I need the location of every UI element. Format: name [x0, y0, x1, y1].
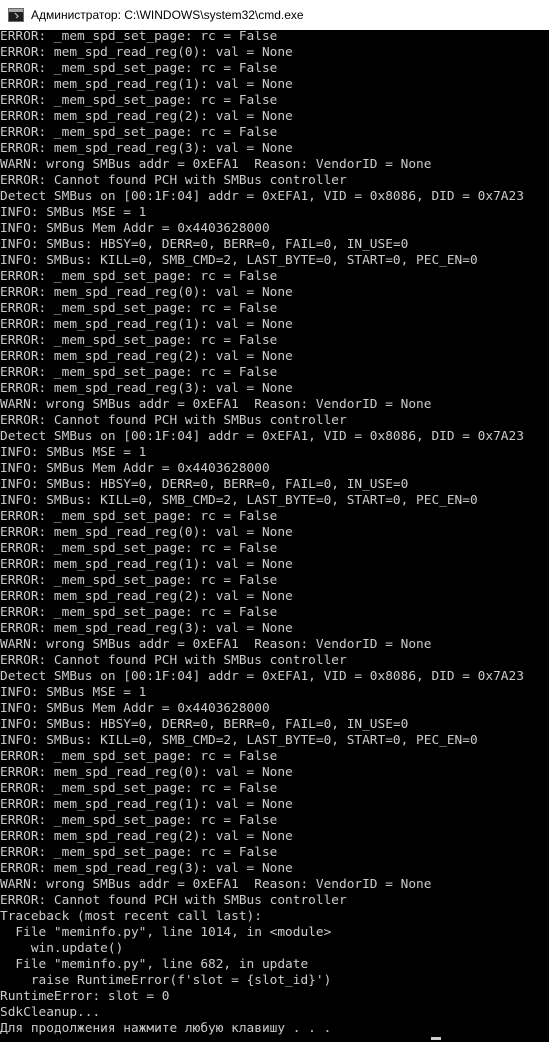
- console-line: ERROR: mem_spd_read_reg(2): val = None: [0, 109, 293, 124]
- console-line: WARN: wrong SMBus addr = 0xEFA1 Reason: …: [0, 877, 432, 892]
- console-line: ERROR: _mem_spd_set_page: rc = False: [0, 93, 278, 108]
- console-line: WARN: wrong SMBus addr = 0xEFA1 Reason: …: [0, 637, 432, 652]
- console-line: INFO: SMBus: KILL=0, SMB_CMD=2, LAST_BYT…: [0, 493, 478, 508]
- console-line: ERROR: mem_spd_read_reg(3): val = None: [0, 621, 293, 636]
- console-line: ERROR: _mem_spd_set_page: rc = False: [0, 125, 278, 140]
- console-line: ERROR: mem_spd_read_reg(1): val = None: [0, 797, 293, 812]
- console-line: ERROR: mem_spd_read_reg(3): val = None: [0, 141, 293, 156]
- console-line: ERROR: Cannot found PCH with SMBus contr…: [0, 653, 347, 668]
- console-line: INFO: SMBus MSE = 1: [0, 445, 147, 460]
- console-line: WARN: wrong SMBus addr = 0xEFA1 Reason: …: [0, 157, 432, 172]
- console-line: WARN: wrong SMBus addr = 0xEFA1 Reason: …: [0, 397, 432, 412]
- console-line: Traceback (most recent call last):: [0, 909, 262, 924]
- console-line: INFO: SMBus MSE = 1: [0, 205, 147, 220]
- console-line: ERROR: _mem_spd_set_page: rc = False: [0, 365, 278, 380]
- console-line: win.update(): [0, 941, 124, 956]
- console-line: ERROR: _mem_spd_set_page: rc = False: [0, 813, 278, 828]
- console-line: ERROR: mem_spd_read_reg(1): val = None: [0, 77, 293, 92]
- console-line: ERROR: _mem_spd_set_page: rc = False: [0, 781, 278, 796]
- console-line: ERROR: _mem_spd_set_page: rc = False: [0, 573, 278, 588]
- console-line: ERROR: mem_spd_read_reg(0): val = None: [0, 285, 293, 300]
- console-line: ERROR: mem_spd_read_reg(0): val = None: [0, 765, 293, 780]
- window-title: Администратор: C:\WINDOWS\system32\cmd.e…: [31, 8, 304, 22]
- console-line: ERROR: _mem_spd_set_page: rc = False: [0, 845, 278, 860]
- console-line: ERROR: _mem_spd_set_page: rc = False: [0, 749, 278, 764]
- console-line: raise RuntimeError(f'slot = {slot_id}'): [0, 973, 332, 988]
- console-line: ERROR: _mem_spd_set_page: rc = False: [0, 333, 278, 348]
- console-line: INFO: SMBus: HBSY=0, DERR=0, BERR=0, FAI…: [0, 477, 409, 492]
- text-cursor: [431, 1037, 441, 1040]
- cmd-window: Администратор: C:\WINDOWS\system32\cmd.e…: [0, 0, 549, 1042]
- console-output[interactable]: ERROR: _mem_spd_set_page: rc = False ERRO…: [0, 31, 549, 1042]
- console-line: RuntimeError: slot = 0: [0, 989, 170, 1004]
- console-line: INFO: SMBus: HBSY=0, DERR=0, BERR=0, FAI…: [0, 237, 409, 252]
- console-line: ERROR: mem_spd_read_reg(3): val = None: [0, 861, 293, 876]
- console-line: ERROR: Cannot found PCH with SMBus contr…: [0, 413, 347, 428]
- console-line: File "meminfo.py", line 682, in update: [0, 957, 309, 972]
- cmd-console-icon[interactable]: [8, 8, 24, 22]
- console-line: ERROR: _mem_spd_set_page: rc = False: [0, 509, 278, 524]
- console-line: ERROR: mem_spd_read_reg(2): val = None: [0, 349, 293, 364]
- console-line: Detect SMBus on [00:1F:04] addr = 0xEFA1…: [0, 189, 524, 204]
- console-line: ERROR: _mem_spd_set_page: rc = False: [0, 605, 278, 620]
- console-line: ERROR: _mem_spd_set_page: rc = False: [0, 269, 278, 284]
- console-line: ERROR: _mem_spd_set_page: rc = False: [0, 541, 278, 556]
- console-line: INFO: SMBus MSE = 1: [0, 685, 147, 700]
- console-line: ERROR: _mem_spd_set_page: rc = False: [0, 61, 278, 76]
- console-line: ERROR: _mem_spd_set_page: rc = False: [0, 301, 278, 316]
- console-line: INFO: SMBus: KILL=0, SMB_CMD=2, LAST_BYT…: [0, 253, 478, 268]
- console-line: ERROR: mem_spd_read_reg(1): val = None: [0, 557, 293, 572]
- console-line: File "meminfo.py", line 1014, in <module…: [0, 925, 332, 940]
- console-line: INFO: SMBus Mem Addr = 0x4403628000: [0, 461, 270, 476]
- console-line: ERROR: mem_spd_read_reg(0): val = None: [0, 525, 293, 540]
- console-line: ERROR: _mem_spd_set_page: rc = False: [0, 31, 278, 44]
- console-line: Detect SMBus on [00:1F:04] addr = 0xEFA1…: [0, 429, 524, 444]
- console-line: ERROR: mem_spd_read_reg(3): val = None: [0, 381, 293, 396]
- console-line: INFO: SMBus Mem Addr = 0x4403628000: [0, 701, 270, 716]
- console-line: INFO: SMBus Mem Addr = 0x4403628000: [0, 221, 270, 236]
- console-line: ERROR: mem_spd_read_reg(0): val = None: [0, 45, 293, 60]
- console-line: ERROR: mem_spd_read_reg(1): val = None: [0, 317, 293, 332]
- console-line: INFO: SMBus: HBSY=0, DERR=0, BERR=0, FAI…: [0, 717, 409, 732]
- console-line: Detect SMBus on [00:1F:04] addr = 0xEFA1…: [0, 669, 524, 684]
- console-line: INFO: SMBus: KILL=0, SMB_CMD=2, LAST_BYT…: [0, 733, 478, 748]
- console-line: ERROR: Cannot found PCH with SMBus contr…: [0, 173, 347, 188]
- title-bar[interactable]: Администратор: C:\WINDOWS\system32\cmd.e…: [0, 0, 549, 30]
- console-line: Для продолжения нажмите любую клавишу . …: [0, 1021, 332, 1036]
- console-line: SdkCleanup...: [0, 1005, 101, 1020]
- console-line: ERROR: mem_spd_read_reg(2): val = None: [0, 589, 293, 604]
- console-line: ERROR: mem_spd_read_reg(2): val = None: [0, 829, 293, 844]
- console-line: ERROR: Cannot found PCH with SMBus contr…: [0, 893, 347, 908]
